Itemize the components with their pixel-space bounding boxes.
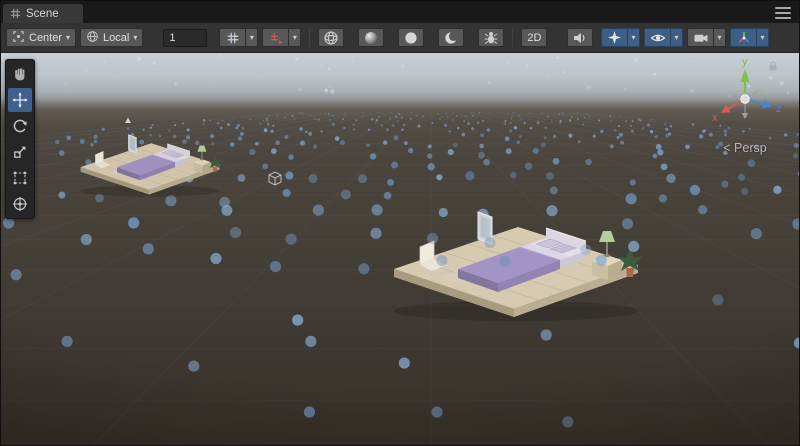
speaker-icon <box>572 30 588 46</box>
gizmos-dropdown[interactable]: ▾ <box>756 28 769 47</box>
grid-visibility-control: ▾ <box>219 28 258 47</box>
projection-toggle[interactable]: < Persp <box>699 141 791 155</box>
scale-tool-button[interactable] <box>8 140 32 164</box>
chevron-down-icon: ▾ <box>674 34 678 42</box>
moon-icon <box>443 30 459 46</box>
camera-settings-dropdown[interactable]: ▾ <box>713 28 726 47</box>
snap-increment-icon <box>269 31 283 45</box>
camera-settings-button[interactable] <box>687 28 713 47</box>
pivot-icon <box>12 30 25 46</box>
camera-icon <box>693 30 709 46</box>
lighting-toggle-button[interactable] <box>358 28 384 47</box>
scene-visibility-control: ▾ <box>644 28 683 47</box>
axis-y-cone[interactable] <box>741 69 750 82</box>
sphere-icon <box>403 30 419 46</box>
particles-toggle-button[interactable] <box>478 28 504 47</box>
toolbar-separator <box>309 29 310 47</box>
chevron-down-icon: ▾ <box>760 34 764 42</box>
unity-scene-window: Scene Center ▾ Local ▾ <box>0 0 800 446</box>
transform-tool-button[interactable] <box>8 192 32 216</box>
chevron-down-icon: ▾ <box>250 34 254 42</box>
shading-mode-button[interactable] <box>318 28 344 47</box>
2d-label: 2D <box>527 32 541 44</box>
tab-bar: Scene <box>1 1 799 23</box>
lit-sphere-icon <box>363 30 379 46</box>
grid-visibility-button[interactable] <box>219 28 245 47</box>
chevron-down-icon: ▾ <box>717 34 721 42</box>
fog-toggle-button[interactable] <box>438 28 464 47</box>
move-icon <box>12 92 28 108</box>
snap-increment-control: ▾ <box>262 28 301 47</box>
eye-icon <box>650 30 666 46</box>
scene-visibility-button[interactable] <box>644 28 670 47</box>
scale-icon <box>12 144 28 160</box>
window-menu-icon[interactable] <box>775 7 791 19</box>
pivot-mode-button[interactable]: Center ▾ <box>6 28 76 47</box>
camera-settings-control: ▾ <box>687 28 726 47</box>
rotate-icon <box>12 118 28 134</box>
chevron-down-icon: ▾ <box>133 34 137 42</box>
axis-y-label: y <box>742 56 748 68</box>
bug-icon <box>483 30 499 46</box>
scene-toolbar: Center ▾ Local ▾ ▾ <box>1 23 799 53</box>
hand-icon <box>12 66 28 82</box>
rotate-tool-button[interactable] <box>8 114 32 138</box>
orientation-label: Local <box>103 32 129 44</box>
gizmo-lock-icon[interactable] <box>767 59 779 77</box>
axis-z-label: z <box>776 103 782 115</box>
toolbar-separator <box>512 29 513 47</box>
2d-mode-button[interactable]: 2D <box>521 28 547 47</box>
effects-toggle-button[interactable] <box>601 28 627 47</box>
gizmos-control: ▾ <box>730 28 769 47</box>
chevron-down-icon: ▾ <box>293 34 297 42</box>
wireframe-sphere-icon <box>323 30 339 46</box>
scene-visibility-dropdown[interactable]: ▾ <box>670 28 683 47</box>
effects-dropdown[interactable]: ▾ <box>627 28 640 47</box>
gizmos-toggle-button[interactable] <box>730 28 756 47</box>
grid-size-field[interactable] <box>163 29 207 47</box>
pivot-label: Center <box>29 32 62 44</box>
sparkle-icon <box>607 30 622 45</box>
snap-increment-dropdown[interactable]: ▾ <box>288 28 301 47</box>
axis-z-cone[interactable] <box>762 100 772 109</box>
grid-visibility-dropdown[interactable]: ▾ <box>245 28 258 47</box>
tool-strip <box>5 59 35 219</box>
ground-dots-near <box>1 217 799 445</box>
rect-tool-button[interactable] <box>8 166 32 190</box>
transform-icon <box>12 196 28 212</box>
axis-x-label: x <box>712 112 718 124</box>
sprite-marker-icon[interactable] <box>125 118 131 124</box>
audio-toggle-button[interactable] <box>567 28 593 47</box>
gizmo-center-cube[interactable] <box>741 95 750 104</box>
sky-particles <box>7 55 795 94</box>
rect-tool-icon <box>12 170 28 186</box>
hand-tool-button[interactable] <box>8 62 32 86</box>
orientation-mode-button[interactable]: Local ▾ <box>80 28 143 47</box>
axis-tripod-icon <box>736 30 752 46</box>
tab-label: Scene <box>26 8 59 20</box>
skybox-toggle-button[interactable] <box>398 28 424 47</box>
effects-control: ▾ <box>601 28 640 47</box>
tab-scene[interactable]: Scene <box>3 4 83 23</box>
chevron-down-icon: ▾ <box>631 34 635 42</box>
scene-3d-view[interactable] <box>1 53 799 445</box>
scene-viewport[interactable]: x y z < Persp <box>1 53 799 445</box>
snap-increment-button[interactable] <box>262 28 288 47</box>
move-tool-button[interactable] <box>8 88 32 112</box>
chevron-down-icon: ▾ <box>66 34 70 42</box>
globe-icon <box>86 30 99 46</box>
grid-snap-icon <box>226 31 240 45</box>
grid-icon <box>10 8 21 19</box>
